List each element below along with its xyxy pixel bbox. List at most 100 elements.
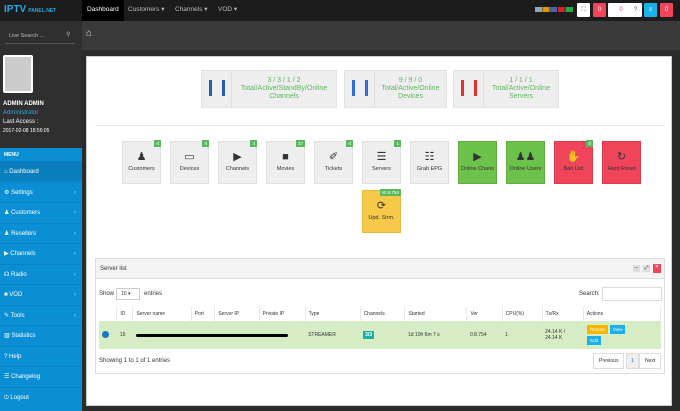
help-icon: ? bbox=[4, 353, 8, 360]
tile-badge: v0.8.754 bbox=[379, 189, 401, 196]
col-server-name[interactable]: Server name bbox=[132, 307, 192, 321]
logo[interactable]: IPTV PANEL.NET bbox=[4, 4, 56, 15]
table-row[interactable]: 15 STREAMER 3/3 1d 10h 6m 7 s 0.8.754 1 … bbox=[99, 321, 661, 349]
online-users-icon: ♟♟ bbox=[515, 151, 536, 163]
sidebar-item-label: Help bbox=[9, 353, 22, 360]
sidebar-item-vod[interactable]: ■ VOD ‹ bbox=[0, 284, 82, 304]
sidebar-item-settings[interactable]: ⚙ Settings ‹ bbox=[0, 181, 82, 202]
expand-icon[interactable]: ⤢ bbox=[643, 265, 650, 272]
sidebar-item-statistics[interactable]: ▥ Statistics bbox=[0, 325, 82, 345]
tile-servers[interactable]: ☰ Servers 1 bbox=[362, 140, 401, 184]
chevron-left-icon: ‹ bbox=[74, 189, 76, 196]
stat-value: 1 / 1 / 1 bbox=[509, 77, 533, 84]
tile-badge: 3 bbox=[250, 140, 257, 147]
sidebar-item-changelog[interactable]: ☰ Changelog bbox=[0, 366, 82, 386]
edit-button[interactable]: Edit bbox=[587, 336, 601, 345]
panel-header: Server list bbox=[96, 259, 664, 279]
settings-icon: ⚙ bbox=[4, 189, 10, 196]
tile-tickets[interactable]: ✐ Tickets 0 bbox=[314, 140, 353, 184]
page-1-button[interactable]: 1 bbox=[626, 353, 639, 369]
tile-movies[interactable]: ■ Movies 27 bbox=[266, 140, 305, 184]
live-search-input[interactable]: Live Search ... bbox=[5, 30, 75, 44]
tile-badge: 0 bbox=[586, 140, 593, 147]
sidebar-item-help[interactable]: ? Help bbox=[0, 345, 82, 366]
sidebar-item-label: Customers bbox=[11, 210, 41, 216]
sidebar-item-customers[interactable]: ♟ Customers ‹ bbox=[0, 202, 82, 222]
radio-icon: ☊ bbox=[4, 271, 10, 278]
cell-actions: Restart View Edit bbox=[583, 321, 661, 349]
sidebar-item-channels[interactable]: ▶ Channels ‹ bbox=[0, 243, 82, 263]
tile-hard-reset[interactable]: ↻ Hard Reset bbox=[602, 141, 641, 184]
user-name: ADMIN ADMIN bbox=[3, 101, 44, 107]
sidebar-item-tools[interactable]: ✎ Tools ‹ bbox=[0, 304, 82, 325]
changelog-icon: ☰ bbox=[4, 374, 10, 380]
resellers-icon: ♟ bbox=[4, 230, 10, 237]
cell-redacted bbox=[132, 321, 306, 349]
close-icon[interactable]: ✕ bbox=[653, 264, 661, 273]
line-chart-icon bbox=[345, 71, 375, 107]
nav-vod[interactable]: VOD ▾ bbox=[213, 0, 242, 21]
col-id[interactable]: ID bbox=[116, 307, 134, 321]
next-button[interactable]: Next bbox=[639, 353, 662, 369]
alerts-badge[interactable]: 0 bbox=[660, 3, 673, 17]
help-icon[interactable]: ? bbox=[629, 3, 642, 17]
tile-online-users[interactable]: ♟♟ Online Users bbox=[506, 141, 545, 184]
col-cpu[interactable]: CPU(%) bbox=[502, 307, 543, 321]
menu-icon[interactable]: ≡ bbox=[644, 3, 657, 17]
cell-channels: 3/3 bbox=[363, 331, 375, 339]
devices-icon: ▭ bbox=[184, 151, 195, 163]
col-actions[interactable]: Actions bbox=[583, 307, 662, 321]
chevron-left-icon: ‹ bbox=[74, 230, 76, 237]
fullscreen-icon[interactable]: ⛶ bbox=[577, 3, 590, 17]
tile-upd-strm[interactable]: ⟳ Upd. Strm. v0.8.754 bbox=[362, 189, 401, 233]
stat-box-2: 1 / 1 / 1 Total/Active/Online Servers bbox=[453, 70, 559, 108]
restart-button[interactable]: Restart bbox=[587, 325, 608, 334]
nav-channels[interactable]: Channels ▾ bbox=[170, 0, 213, 21]
statistics-icon: ▥ bbox=[4, 333, 10, 339]
tile-label: Servers bbox=[372, 166, 391, 172]
col-server-ip[interactable]: Server IP bbox=[214, 307, 260, 321]
tile-channels[interactable]: ▶ Channels 3 bbox=[218, 140, 257, 184]
expand-row-icon[interactable] bbox=[102, 330, 109, 338]
tile-online-chann[interactable]: ▶ Online Chann bbox=[458, 141, 497, 184]
sidebar-item-logout[interactable]: ⏻ Logout bbox=[0, 386, 82, 407]
tile-customers[interactable]: ♟ Customers 0 bbox=[122, 140, 161, 184]
cell-started: 1d 10h 6m 7 s bbox=[404, 321, 467, 349]
language-flags[interactable] bbox=[535, 7, 573, 12]
chevron-left-icon: ‹ bbox=[74, 251, 76, 257]
table-search-input[interactable] bbox=[602, 287, 662, 301]
entries-select[interactable]: 10 ▾ bbox=[116, 288, 140, 300]
col-channels[interactable]: Channels bbox=[360, 307, 406, 321]
col-ver[interactable]: Ver bbox=[466, 307, 503, 321]
col-private-ip[interactable]: Private IP bbox=[259, 307, 306, 321]
stat-label: Total/Active/Online Servers bbox=[492, 85, 550, 100]
tile-badge: 0 bbox=[346, 140, 353, 147]
col-tx-rx[interactable]: Tx/Rx bbox=[542, 307, 584, 321]
previous-button[interactable]: Previous bbox=[593, 353, 625, 369]
tile-badge: 27 bbox=[295, 140, 305, 147]
sidebar-item-label: Changelog bbox=[11, 374, 41, 380]
tools-icon: ✎ bbox=[4, 312, 10, 319]
minimize-icon[interactable]: – bbox=[633, 265, 640, 272]
home-icon[interactable]: ⌂ bbox=[86, 28, 92, 39]
search-icon[interactable]: ⚲ bbox=[66, 31, 70, 38]
tile-devices[interactable]: ▭ Devices 9 bbox=[170, 140, 209, 184]
last-access-time: 2017-02-08 18:56:05 bbox=[3, 128, 50, 134]
col-type[interactable]: Type bbox=[305, 307, 361, 321]
tile-label: Online Users bbox=[509, 166, 542, 172]
customers-icon: ♟ bbox=[136, 151, 147, 163]
sidebar-item-dashboard[interactable]: ⌂ Dashboard bbox=[0, 161, 82, 181]
nav-dashboard[interactable]: Dashboard bbox=[82, 0, 124, 21]
sidebar-item-radio[interactable]: ☊ Radio ‹ bbox=[0, 263, 82, 284]
channels-icon: ▶ bbox=[233, 151, 242, 163]
vod-icon: ■ bbox=[4, 292, 8, 298]
view-button[interactable]: View bbox=[609, 325, 626, 334]
cell-type: STREAMER bbox=[305, 321, 361, 349]
tile-ban-list[interactable]: ✋ Ban List 0 bbox=[554, 140, 593, 184]
tile-grab-epg[interactable]: ☷ Grab EPG bbox=[410, 141, 449, 184]
sidebar-item-resellers[interactable]: ♟ Resellers ‹ bbox=[0, 222, 82, 243]
col-port[interactable]: Port bbox=[191, 307, 216, 321]
notifications-badge[interactable]: 0 bbox=[593, 3, 606, 17]
col-started[interactable]: Started bbox=[404, 307, 468, 321]
nav-customers[interactable]: Customers ▾ bbox=[123, 0, 170, 21]
